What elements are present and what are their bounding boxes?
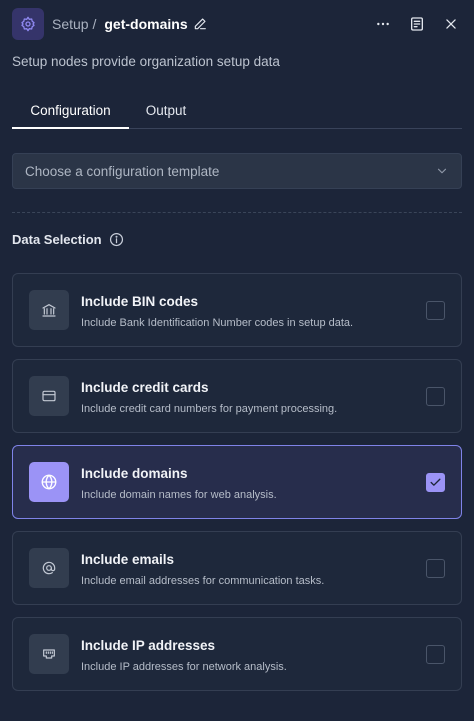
settings-gear-icon	[12, 8, 44, 40]
more-options-icon[interactable]	[372, 13, 394, 35]
option-title: Include credit cards	[81, 380, 209, 395]
notes-icon[interactable]	[406, 13, 428, 35]
tab-bar: Configuration Output	[12, 96, 462, 129]
option-domains[interactable]: Include domains Include domain names for…	[12, 445, 462, 519]
option-bin-codes[interactable]: Include BIN codes Include Bank Identific…	[12, 273, 462, 347]
at-sign-icon	[29, 548, 69, 588]
panel-header: Setup / get-domains	[12, 8, 462, 40]
option-emails[interactable]: Include emails Include email addresses f…	[12, 531, 462, 605]
check-icon	[430, 478, 441, 486]
option-checkbox[interactable]	[426, 559, 445, 578]
option-description: Include Bank Identification Number codes…	[81, 317, 354, 329]
data-selection-options: Include BIN codes Include Bank Identific…	[12, 273, 462, 703]
option-credit-cards[interactable]: Include credit cards Include credit card…	[12, 359, 462, 433]
option-checkbox[interactable]	[426, 645, 445, 664]
option-checkbox[interactable]	[426, 387, 445, 406]
credit-card-icon	[29, 376, 69, 416]
option-title: Include BIN codes	[81, 294, 199, 309]
info-icon[interactable]	[109, 231, 125, 247]
edit-pencil-icon[interactable]	[192, 16, 208, 32]
option-description: Include email addresses for communicatio…	[81, 575, 325, 587]
panel-subtitle: Setup nodes provide organization setup d…	[12, 54, 280, 69]
option-description: Include domain names for web analysis.	[81, 489, 277, 501]
header-actions	[372, 13, 462, 35]
close-icon[interactable]	[440, 13, 462, 35]
option-title: Include IP addresses	[81, 638, 216, 653]
tab-output[interactable]: Output	[142, 96, 190, 129]
template-select-placeholder: Choose a configuration template	[25, 163, 220, 179]
option-title: Include emails	[81, 552, 175, 567]
tab-configuration[interactable]: Configuration	[12, 96, 129, 129]
network-port-icon	[29, 634, 69, 674]
breadcrumb-parent[interactable]: Setup /	[52, 16, 96, 32]
node-name-title: get-domains	[104, 16, 188, 32]
option-description: Include credit card numbers for payment …	[81, 403, 338, 415]
data-selection-header: Data Selection	[12, 231, 125, 247]
chevron-down-icon	[437, 168, 447, 174]
option-description: Include IP addresses for network analysi…	[81, 661, 287, 673]
data-selection-title: Data Selection	[12, 231, 102, 247]
globe-icon	[29, 462, 69, 502]
option-title: Include domains	[81, 466, 188, 481]
bank-icon	[29, 290, 69, 330]
option-checkbox[interactable]	[426, 301, 445, 320]
option-ip-addresses[interactable]: Include IP addresses Include IP addresse…	[12, 617, 462, 691]
configuration-template-select[interactable]: Choose a configuration template	[12, 153, 462, 189]
option-checkbox[interactable]	[426, 473, 445, 492]
section-divider	[12, 212, 462, 213]
